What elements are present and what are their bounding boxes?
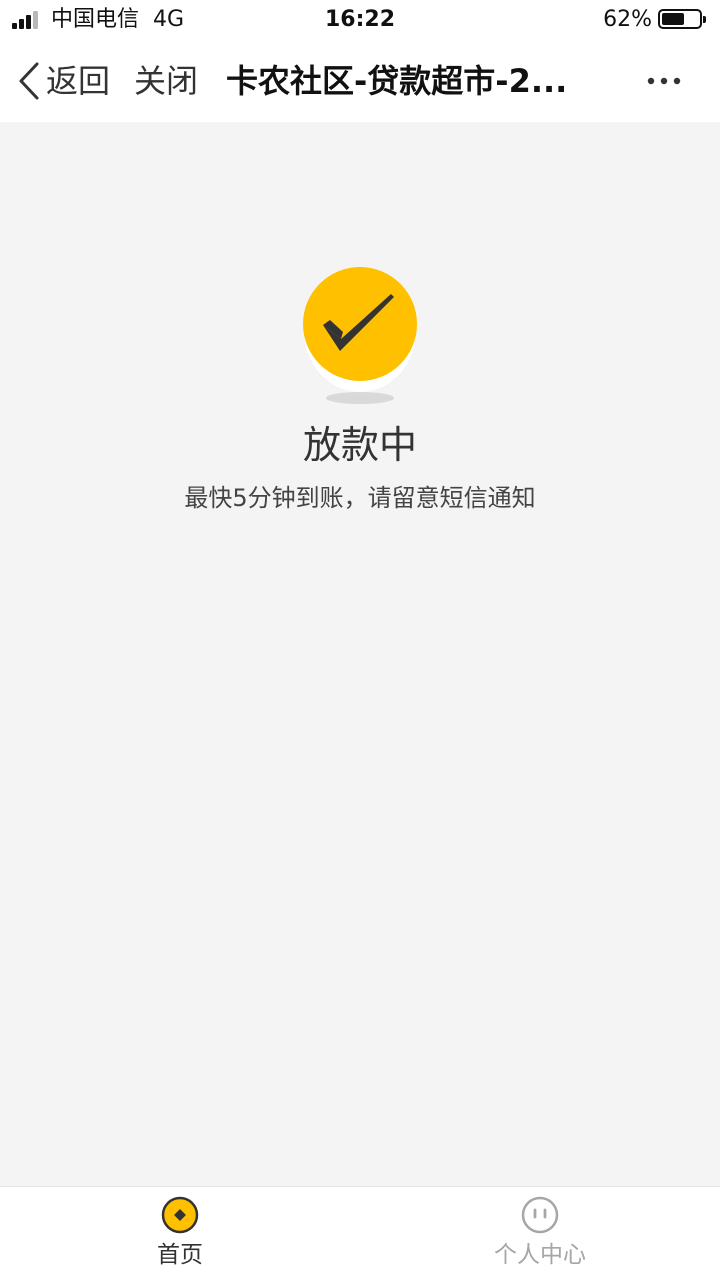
battery-nub xyxy=(703,16,706,23)
back-label: 返回 xyxy=(46,62,111,100)
page-title: 卡农社区-贷款超市-2... xyxy=(226,62,568,100)
chevron-left-icon xyxy=(18,62,40,100)
battery-percent: 62% xyxy=(603,7,652,32)
more-button[interactable] xyxy=(636,58,692,104)
check-circle-icon xyxy=(290,262,430,412)
tab-profile[interactable]: 个人中心 xyxy=(360,1187,720,1280)
close-button[interactable]: 关闭 xyxy=(134,58,198,104)
result-title: 放款中 xyxy=(302,423,417,467)
app-screen: 中国电信 4G 16:22 62% 返回 关闭 卡农社区-贷款超市-2... 放… xyxy=(0,0,720,1280)
profile-face-icon xyxy=(520,1195,560,1235)
tab-bar: 首页 个人中心 xyxy=(0,1186,720,1280)
battery-fill xyxy=(662,13,684,25)
tab-home[interactable]: 首页 xyxy=(0,1187,360,1280)
result-description: 最快5分钟到账，请留意短信通知 xyxy=(184,484,536,512)
more-horizontal-icon xyxy=(647,77,681,85)
home-coin-icon xyxy=(160,1195,200,1235)
tab-home-label: 首页 xyxy=(157,1242,203,1268)
nav-bar: 返回 关闭 卡农社区-贷款超市-2... xyxy=(0,40,720,122)
battery-icon xyxy=(658,9,706,29)
status-bar: 中国电信 4G 16:22 62% xyxy=(0,0,720,40)
tab-profile-label: 个人中心 xyxy=(494,1242,586,1268)
back-button[interactable]: 返回 xyxy=(18,58,110,104)
